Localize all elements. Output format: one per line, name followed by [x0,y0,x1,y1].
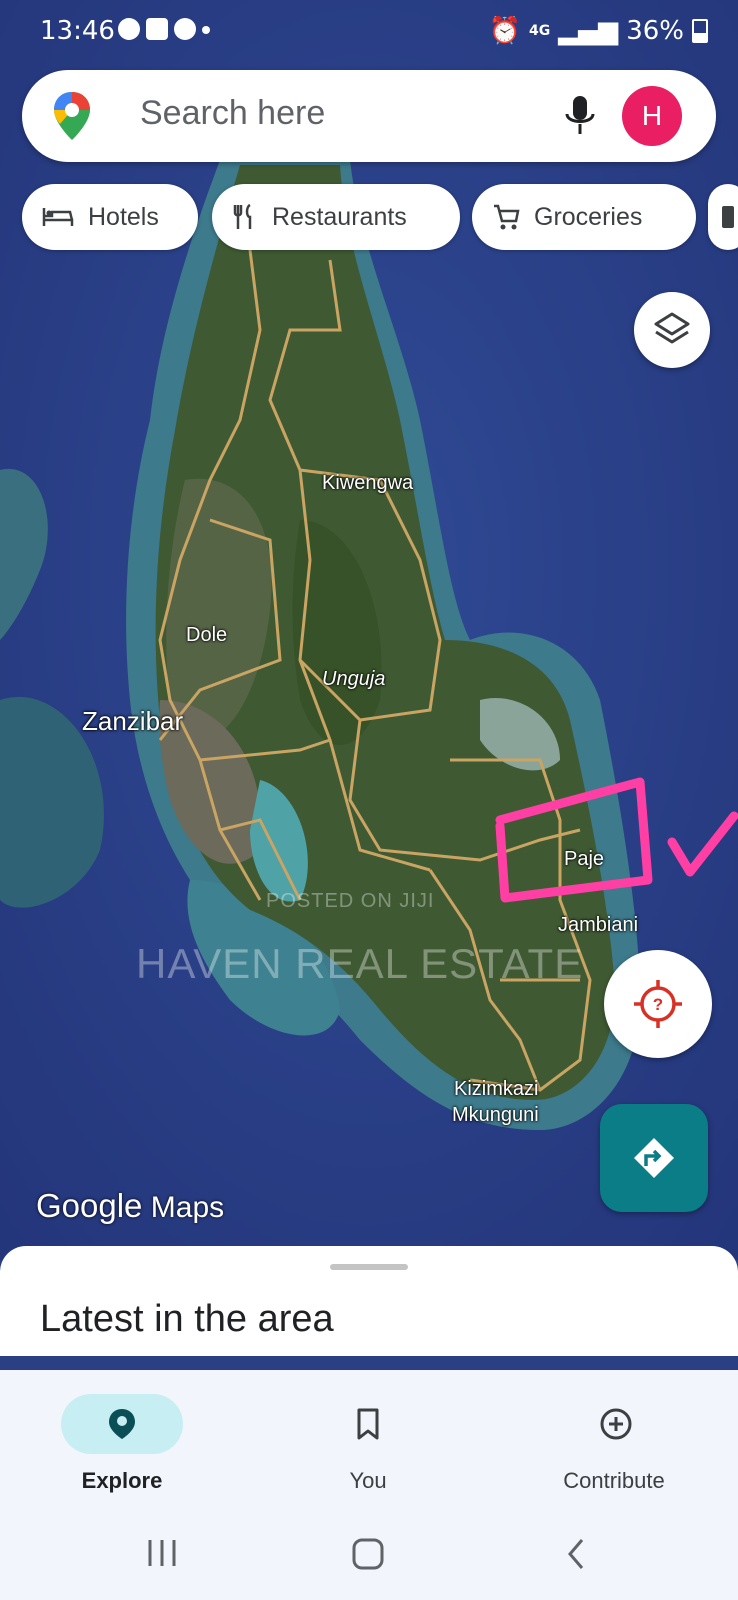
notification-icons [118,18,210,40]
search-bar[interactable]: Search here H [22,70,716,162]
battery-percent: 36% [626,16,684,46]
my-location-button[interactable]: ? [604,950,712,1058]
system-navigation-bar [0,1510,738,1600]
chip-label: Hotels [88,202,159,231]
nav-contribute[interactable]: Contribute [514,1370,714,1494]
bottom-navigation: Explore You Contribute [0,1370,738,1510]
nav-label: You [349,1468,387,1493]
signal-icon: ▂▄▆ [558,16,619,46]
shopping-cart-icon [494,204,520,230]
explore-pin-icon [109,1409,135,1439]
location-unknown-icon: ? [634,980,682,1028]
messenger-icon [118,18,140,40]
hotel-bed-icon [42,208,74,226]
google-maps-attribution: Google Maps [36,1187,224,1225]
google-maps-logo-icon [54,92,90,140]
place-label-dole[interactable]: Dole [186,624,227,647]
gas-station-icon [722,206,734,228]
place-label-kizimkazi[interactable]: Kizimkazi [454,1078,538,1101]
status-right: ⏰ 4G ▂▄▆ 36% [489,16,708,46]
nav-contribute-indicator [553,1394,675,1454]
battery-icon [692,19,708,43]
nav-you-indicator [307,1394,429,1454]
more-notifications-icon [202,26,210,34]
watermark-posted: POSTED ON JIJI [266,890,435,912]
nav-explore[interactable]: Explore [22,1370,222,1494]
bookmark-icon [357,1408,379,1440]
back-icon[interactable] [566,1538,586,1570]
layers-button[interactable] [634,292,710,368]
recent-apps-icon[interactable] [146,1538,178,1568]
network-type: 4G [528,23,551,39]
chip-hotels[interactable]: Hotels [22,184,198,250]
attribution-brand: Google [36,1187,143,1224]
chip-restaurants[interactable]: Restaurants [212,184,460,250]
sheet-title: Latest in the area [40,1298,334,1340]
nav-label: Contribute [563,1468,665,1493]
chip-label: Groceries [534,202,643,231]
directions-icon [634,1138,674,1178]
watermark-agency: HAVEN REAL ESTATE [136,940,584,987]
chip-gas-partial[interactable] [708,184,738,250]
microphone-icon[interactable] [562,94,598,138]
chip-groceries[interactable]: Groceries [472,184,696,250]
avatar[interactable]: H [622,86,682,146]
alarm-icon: ⏰ [488,16,521,46]
home-icon[interactable] [352,1538,384,1570]
bottom-sheet[interactable]: Latest in the area [0,1246,738,1356]
place-label-kiwengwa[interactable]: Kiwengwa [322,472,413,495]
nav-you[interactable]: You [268,1370,468,1494]
nav-label: Explore [81,1468,163,1493]
sheet-drag-handle[interactable] [330,1264,408,1270]
place-label-unguja[interactable]: Unguja [322,668,385,691]
nav-explore-indicator [61,1394,183,1454]
layers-icon [654,312,690,344]
attribution-product: Maps [150,1191,225,1224]
gallery-icon [146,18,168,40]
place-label-jambiani[interactable]: Jambiani [558,914,638,937]
place-label-zanzibar[interactable]: Zanzibar [82,706,183,737]
svg-text:?: ? [653,995,663,1014]
status-time: 13:46 [40,16,115,46]
place-label-paje[interactable]: Paje [564,848,604,871]
add-circle-icon [600,1408,632,1440]
place-label-mkunguni[interactable]: Mkunguni [452,1104,539,1127]
chip-label: Restaurants [272,202,407,231]
search-input[interactable]: Search here [140,94,325,133]
status-bar: 13:46 ⏰ 4G ▂▄▆ 36% [0,0,738,62]
messenger-icon [174,18,196,40]
directions-button[interactable] [600,1104,708,1212]
fork-knife-icon [233,203,252,229]
